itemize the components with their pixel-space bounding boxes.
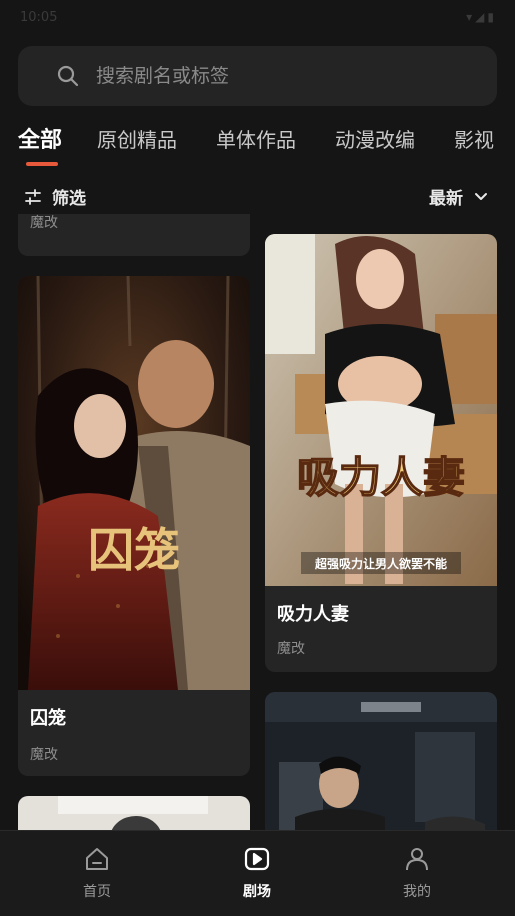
nav-theater-label: 剧场 [243,884,271,900]
filter-label: 筛选 [52,189,86,209]
sort-label: 最新 [429,189,463,209]
filter-row: 筛选 最新 [0,180,515,214]
nav-home-label: 首页 [83,884,111,900]
drama-card[interactable] [18,796,250,830]
active-tab-indicator [26,162,58,166]
play-icon [244,847,270,871]
drama-card[interactable]: 囚笼 囚笼 魔改 [18,276,250,776]
search-input[interactable] [96,60,476,92]
sort-dropdown[interactable]: 最新 [429,184,489,209]
chevron-down-icon [475,192,487,200]
drama-card[interactable]: 吸力人妻 超强吸力让男人欲罢不能 吸力人妻 魔改 [265,234,497,672]
cover-subtitle-art: 超强吸力让男人欲罢不能 [314,556,447,571]
status-time: 10:05 [20,10,58,25]
tab-original[interactable]: 原创精品 [97,124,177,153]
drama-feed[interactable]: 魔改 囚笼 囚笼 魔改 吸力人妻 超强吸力让男人欲罢不能 吸力人妻 魔改 [0,214,515,830]
bottom-navigation: 首页 剧场 我的 [0,830,515,916]
cover-title-art: 囚笼 [88,523,180,577]
user-icon [406,848,428,871]
tab-anime[interactable]: 动漫改编 [335,124,415,153]
drama-tag: 魔改 [30,747,58,763]
drama-cover-image: 吸力人妻 超强吸力让男人欲罢不能 [265,234,497,586]
category-tabs: 全部 原创精品 单体作品 动漫改编 影视 [0,118,515,168]
drama-cover-image: 囚笼 [18,276,250,690]
status-icons: ▾◢▮ [466,10,497,24]
drama-card[interactable]: 魔改 [18,214,250,256]
tab-single[interactable]: 单体作品 [216,124,296,153]
drama-cover-image [18,796,250,830]
drama-title: 吸力人妻 [277,604,349,625]
filter-icon [25,188,41,205]
home-icon [86,848,108,870]
nav-home[interactable]: 首页 [52,845,142,901]
cover-title-art: 吸力人妻 [297,453,465,502]
status-bar: 10:05 ▾◢▮ [0,0,515,36]
drama-tag: 魔改 [30,215,58,231]
drama-cover-image [265,692,497,830]
drama-tag: 魔改 [277,641,305,657]
drama-card[interactable] [265,692,497,830]
drama-title: 囚笼 [30,708,66,729]
nav-profile-label: 我的 [403,884,431,900]
nav-theater[interactable]: 剧场 [212,845,302,901]
nav-profile[interactable]: 我的 [372,845,462,901]
filter-button[interactable]: 筛选 [24,184,86,209]
tab-film[interactable]: 影视 [454,124,494,153]
tab-all[interactable]: 全部 [18,122,62,154]
search-icon [57,65,79,87]
search-bar[interactable] [18,46,497,106]
